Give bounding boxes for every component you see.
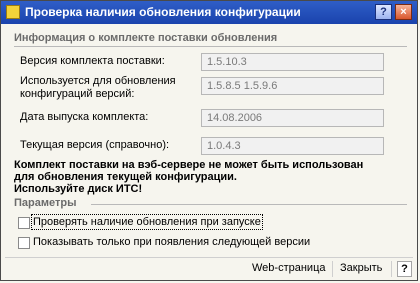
close-dialog-button[interactable]: Закрыть — [340, 262, 382, 274]
params-group-title: Параметры — [14, 197, 77, 209]
window-title: Проверка наличия обновления конфигурации — [25, 5, 301, 19]
check-on-start-checkbox[interactable] — [18, 217, 30, 229]
release-date-label: Дата выпуска комплекта: — [20, 111, 149, 123]
info-group-divider — [14, 46, 407, 47]
current-version-field[interactable]: 1.0.4.3 — [201, 137, 384, 155]
used-for-label-line2: конфигураций версий: — [20, 88, 135, 100]
used-for-field[interactable]: 1.5.8.5 1.5.9.6 — [201, 77, 384, 95]
show-next-version-label[interactable]: Показывать только при появления следующе… — [33, 236, 310, 248]
web-page-button[interactable]: Web-страница — [252, 262, 326, 274]
release-date-field[interactable]: 14.08.2006 — [201, 109, 384, 127]
help-button[interactable]: ? — [375, 4, 392, 20]
close-button[interactable]: × — [395, 4, 412, 20]
version-label: Версия комплекта поставки: — [20, 55, 165, 67]
check-on-start-label[interactable]: Проверять наличие обновления при запуске — [31, 214, 263, 230]
app-icon — [6, 5, 20, 19]
params-group-divider — [91, 204, 407, 205]
current-version-label: Текущая версия (справочно): — [20, 139, 170, 151]
show-next-version-checkbox[interactable] — [18, 237, 30, 249]
title-bar[interactable]: Проверка наличия обновления конфигурации… — [1, 1, 417, 24]
info-group-title: Информация о комплекте поставки обновлен… — [14, 32, 278, 44]
version-field[interactable]: 1.5.10.3 — [201, 53, 384, 71]
footer-separator — [332, 261, 333, 277]
used-for-label-line1: Используется для обновления — [20, 75, 176, 87]
warning-text: Комплект поставки на вэб-сервере не може… — [14, 159, 364, 195]
footer-divider — [5, 257, 413, 258]
footer-separator — [391, 261, 392, 277]
help-icon[interactable]: ? — [397, 261, 412, 277]
dialog-window: Проверка наличия обновления конфигурации… — [0, 0, 418, 281]
